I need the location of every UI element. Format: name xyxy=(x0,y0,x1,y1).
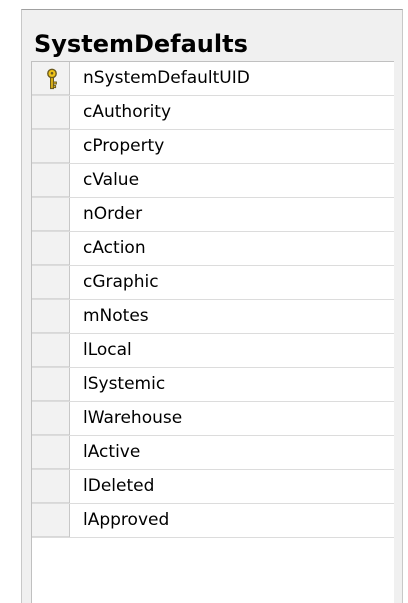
column-row[interactable]: cGraphic xyxy=(32,266,394,300)
column-row[interactable]: lActive xyxy=(32,436,394,470)
column-row[interactable]: cAuthority xyxy=(32,96,394,130)
row-selector[interactable] xyxy=(32,402,70,435)
row-selector[interactable] xyxy=(32,266,70,299)
column-grid: nSystemDefaultUID cAuthority cProperty c… xyxy=(31,61,394,603)
column-name: cAction xyxy=(83,238,146,258)
row-selector[interactable] xyxy=(32,232,70,265)
column-name: cValue xyxy=(83,170,140,190)
column-name: cProperty xyxy=(83,136,165,156)
column-row[interactable]: lDeleted xyxy=(32,470,394,504)
row-selector[interactable] xyxy=(32,62,70,95)
column-row[interactable]: nOrder xyxy=(32,198,394,232)
row-selector[interactable] xyxy=(32,470,70,503)
row-selector[interactable] xyxy=(32,436,70,469)
row-selector[interactable] xyxy=(32,368,70,401)
column-row[interactable]: lWarehouse xyxy=(32,402,394,436)
column-name: lDeleted xyxy=(83,476,155,496)
column-name: lSystemic xyxy=(83,374,166,394)
column-name: lActive xyxy=(83,442,141,462)
column-name: mNotes xyxy=(83,306,149,326)
table-title[interactable]: SystemDefaults xyxy=(34,30,248,58)
column-row[interactable]: cValue xyxy=(32,164,394,198)
column-name: lApproved xyxy=(83,510,170,530)
column-row[interactable]: lSystemic xyxy=(32,368,394,402)
table-designer-panel: SystemDefaults nSystemDefaultUID cAuthor… xyxy=(21,9,403,603)
column-name: nSystemDefaultUID xyxy=(83,68,250,88)
column-row[interactable]: nSystemDefaultUID xyxy=(32,62,394,96)
row-selector[interactable] xyxy=(32,96,70,129)
row-selector[interactable] xyxy=(32,300,70,333)
row-selector[interactable] xyxy=(32,164,70,197)
row-selector[interactable] xyxy=(32,504,70,537)
column-row[interactable]: mNotes xyxy=(32,300,394,334)
key-icon xyxy=(47,68,57,90)
column-name: cAuthority xyxy=(83,102,172,122)
column-row[interactable]: cProperty xyxy=(32,130,394,164)
row-selector[interactable] xyxy=(32,198,70,231)
column-name: nOrder xyxy=(83,204,143,224)
column-row[interactable]: cAction xyxy=(32,232,394,266)
column-row[interactable]: lApproved xyxy=(32,504,394,538)
column-name: cGraphic xyxy=(83,272,159,292)
column-name: lWarehouse xyxy=(83,408,183,428)
column-name: lLocal xyxy=(83,340,132,360)
row-selector[interactable] xyxy=(32,334,70,367)
row-selector[interactable] xyxy=(32,130,70,163)
column-row[interactable]: lLocal xyxy=(32,334,394,368)
